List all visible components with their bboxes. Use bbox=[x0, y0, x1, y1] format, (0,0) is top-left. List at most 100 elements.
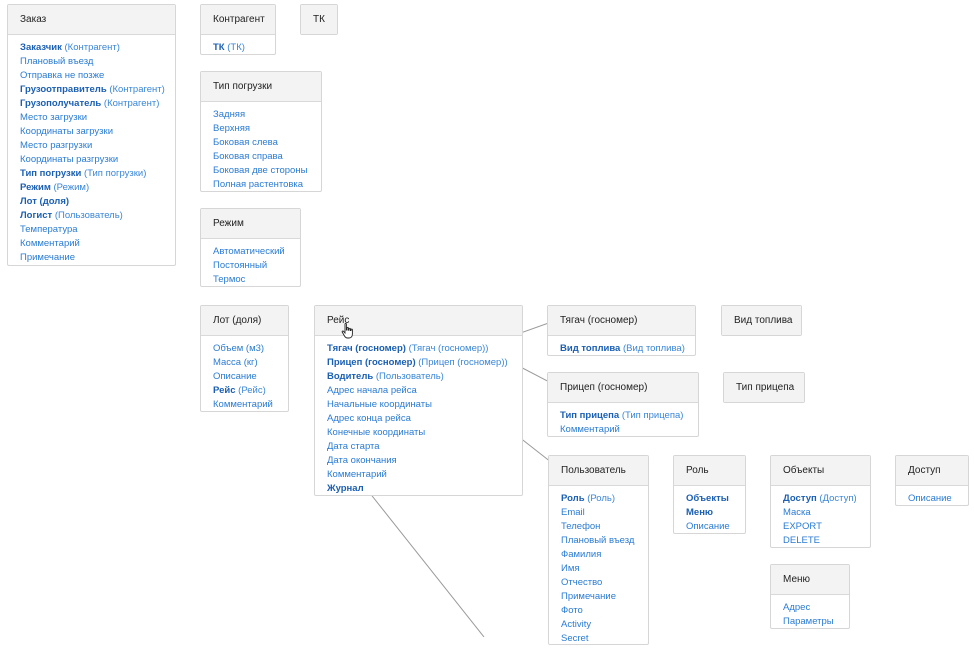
field-link[interactable]: Фамилия bbox=[561, 548, 648, 562]
card-menyu[interactable]: Меню Адрес Параметры bbox=[770, 564, 850, 629]
card-title[interactable]: Вид топлива bbox=[722, 306, 801, 335]
field-link[interactable]: ТК (ТК) bbox=[213, 41, 275, 55]
field-link[interactable]: Меню bbox=[686, 506, 745, 520]
field-link[interactable]: EXPORT bbox=[783, 520, 870, 534]
field-ref: (Тягач (госномер)) bbox=[408, 343, 489, 354]
field-link[interactable]: Боковая слева bbox=[213, 136, 321, 150]
field-link[interactable]: Описание bbox=[908, 492, 968, 506]
field-link[interactable]: Телефон bbox=[561, 520, 648, 534]
field-link[interactable]: Боковая справа bbox=[213, 150, 321, 164]
field-link[interactable]: Secret bbox=[561, 632, 648, 646]
field-link[interactable]: Верхняя bbox=[213, 122, 321, 136]
field-link[interactable]: Тип прицепа (Тип прицепа) bbox=[560, 409, 698, 423]
field-link[interactable]: Объем (м3) bbox=[213, 342, 288, 356]
field-link[interactable]: Activity bbox=[561, 618, 648, 632]
card-zakaz[interactable]: Заказ Заказчик (Контрагент) Плановый въезд… bbox=[7, 4, 176, 266]
field-link[interactable]: Логист (Пользователь) bbox=[20, 209, 175, 223]
card-tip_pricepa[interactable]: Тип прицепа bbox=[723, 372, 805, 403]
field-link[interactable]: Режим (Режим) bbox=[20, 181, 175, 195]
field-link[interactable]: Примечание bbox=[20, 251, 175, 265]
card-title[interactable]: Тип погрузки bbox=[201, 72, 321, 102]
field-link[interactable]: Рейс (Рейс) bbox=[213, 384, 288, 398]
card-title[interactable]: Роль bbox=[674, 456, 745, 486]
field-link[interactable]: Дата окончания bbox=[327, 454, 522, 468]
card-title[interactable]: Заказ bbox=[8, 5, 175, 35]
field-link[interactable]: Плановый въезд bbox=[561, 534, 648, 548]
field-link[interactable]: Комментарий bbox=[213, 398, 288, 412]
field-link[interactable]: Координаты загрузки bbox=[20, 125, 175, 139]
card-tyagach[interactable]: Тягач (госномер) Вид топлива (Вид топлива… bbox=[547, 305, 696, 356]
card-kontragent[interactable]: Контрагент ТК (ТК) bbox=[200, 4, 276, 55]
field-link[interactable]: Доступ (Доступ) bbox=[783, 492, 870, 506]
card-title[interactable]: Пользователь bbox=[549, 456, 648, 486]
field-link[interactable]: Параметры bbox=[783, 615, 849, 629]
card-title[interactable]: Доступ bbox=[896, 456, 968, 486]
field-link[interactable]: Описание bbox=[213, 370, 288, 384]
field-link[interactable]: Лот (доля) bbox=[20, 195, 175, 209]
field-link[interactable]: Отправка не позже bbox=[20, 69, 175, 83]
field-link[interactable]: Комментарий bbox=[20, 237, 175, 251]
field-link[interactable]: Журнал bbox=[327, 482, 522, 496]
card-rol[interactable]: Роль Объекты Меню Описание bbox=[673, 455, 746, 534]
card-polzovatel[interactable]: Пользователь Роль (Роль) Email Телефон Плано… bbox=[548, 455, 649, 645]
card-dostup[interactable]: Доступ Описание bbox=[895, 455, 969, 506]
field-link[interactable]: Полная растентовка bbox=[213, 178, 321, 192]
field-link[interactable]: Место разгрузки bbox=[20, 139, 175, 153]
field-link[interactable]: Место загрузки bbox=[20, 111, 175, 125]
card-vid_topliva[interactable]: Вид топлива bbox=[721, 305, 802, 336]
card-title[interactable]: Лот (доля) bbox=[201, 306, 288, 336]
field-label: Объекты bbox=[686, 493, 729, 504]
field-link[interactable]: Боковая две стороны bbox=[213, 164, 321, 178]
field-link[interactable]: Имя bbox=[561, 562, 648, 576]
field-link[interactable]: Начальные координаты bbox=[327, 398, 522, 412]
field-link[interactable]: Масса (кг) bbox=[213, 356, 288, 370]
field-label: Вид топлива bbox=[560, 343, 621, 354]
card-tip_pogruzki[interactable]: Тип погрузки Задняя Верхняя Боковая слева Бо… bbox=[200, 71, 322, 192]
field-link[interactable]: DELETE bbox=[783, 534, 870, 548]
field-ref: (Роль) bbox=[587, 493, 616, 504]
card-title[interactable]: Тягач (госномер) bbox=[548, 306, 695, 336]
field-link[interactable]: Конечные координаты bbox=[327, 426, 522, 440]
field-link[interactable]: Роль (Роль) bbox=[561, 492, 648, 506]
field-link[interactable]: Грузоотправитель (Контрагент) bbox=[20, 83, 175, 97]
card-rezhim[interactable]: Режим Автоматический Постоянный Термос bbox=[200, 208, 301, 287]
card-title[interactable]: Контрагент bbox=[201, 5, 275, 35]
field-link[interactable]: Термос bbox=[213, 273, 300, 287]
card-lot[interactable]: Лот (доля) Объем (м3) Масса (кг) Описание Ре… bbox=[200, 305, 289, 412]
field-link[interactable]: Объекты bbox=[686, 492, 745, 506]
field-link[interactable]: Координаты разгрузки bbox=[20, 153, 175, 167]
card-title[interactable]: Объекты bbox=[771, 456, 870, 486]
field-link[interactable]: Вид топлива (Вид топлива) bbox=[560, 342, 695, 356]
field-link[interactable]: Маска bbox=[783, 506, 870, 520]
card-title[interactable]: Тип прицепа bbox=[724, 373, 804, 402]
field-link[interactable]: Автоматический bbox=[213, 245, 300, 259]
card-title[interactable]: Режим bbox=[201, 209, 300, 239]
card-obekty[interactable]: Объекты Доступ (Доступ) Маска EXPORT DELETE bbox=[770, 455, 871, 548]
field-link[interactable]: Водитель (Пользователь) bbox=[327, 370, 522, 384]
field-link[interactable]: Тягач (госномер) (Тягач (госномер)) bbox=[327, 342, 522, 356]
field-link[interactable]: Тип погрузки (Тип погрузки) bbox=[20, 167, 175, 181]
card-title[interactable]: Прицеп (госномер) bbox=[548, 373, 698, 403]
field-link[interactable]: Адрес начала рейса bbox=[327, 384, 522, 398]
field-link[interactable]: Комментарий bbox=[327, 468, 522, 482]
field-link[interactable]: Примечание bbox=[561, 590, 648, 604]
field-link[interactable]: Плановый въезд bbox=[20, 55, 175, 69]
card-pricep[interactable]: Прицеп (госномер) Тип прицепа (Тип прицеп… bbox=[547, 372, 699, 437]
field-link[interactable]: Постоянный bbox=[213, 259, 300, 273]
field-link[interactable]: Комментарий bbox=[560, 423, 698, 437]
card-title[interactable]: ТК bbox=[301, 5, 337, 34]
field-link[interactable]: Описание bbox=[686, 520, 745, 534]
field-link[interactable]: Прицеп (госномер) (Прицеп (госномер)) bbox=[327, 356, 522, 370]
field-link[interactable]: Температура bbox=[20, 223, 175, 237]
card-title[interactable]: Меню bbox=[771, 565, 849, 595]
field-link[interactable]: Грузополучатель (Контрагент) bbox=[20, 97, 175, 111]
card-tk[interactable]: ТК bbox=[300, 4, 338, 35]
field-link[interactable]: Дата старта bbox=[327, 440, 522, 454]
field-link[interactable]: Фото bbox=[561, 604, 648, 618]
field-link[interactable]: Email bbox=[561, 506, 648, 520]
field-link[interactable]: Адрес bbox=[783, 601, 849, 615]
field-link[interactable]: Отчество bbox=[561, 576, 648, 590]
field-link[interactable]: Адрес конца рейса bbox=[327, 412, 522, 426]
field-link[interactable]: Заказчик (Контрагент) bbox=[20, 41, 175, 55]
field-link[interactable]: Задняя bbox=[213, 108, 321, 122]
